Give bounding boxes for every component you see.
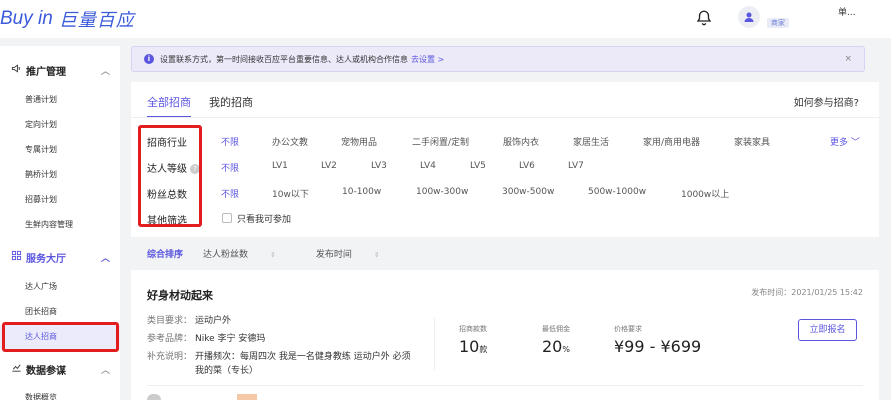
chevron-up-icon: ︿ (100, 366, 110, 376)
filter-option-industry[interactable]: 服饰内衣 (503, 135, 539, 148)
sidebar-item-data-overview[interactable]: 数据概览 (0, 386, 120, 400)
price-value: ¥99 - ¥699 (614, 337, 702, 356)
close-icon[interactable]: × (844, 54, 852, 64)
top-bar: Buy in 巨量百应 商家 单... (0, 0, 891, 38)
filter-option-fans-any[interactable]: 不限 (221, 187, 239, 200)
desc-value-line1: 开播频次：每周四次 我是一名健身教练 运动户外 必须 (195, 352, 411, 362)
filter-option-level[interactable]: LV5 (470, 161, 486, 171)
count-label: 招商款数 (459, 325, 487, 333)
next-card-avatar (147, 394, 161, 400)
sidebar-group-label: 服务大厅 (26, 253, 66, 265)
sidebar-item-normal-plan[interactable]: 普通计划 (0, 88, 120, 112)
grid-icon (10, 250, 22, 264)
user-avatar-icon[interactable] (738, 6, 760, 28)
sidebar-item-bridge-plan[interactable]: 鹊桥计划 (0, 163, 120, 187)
filter-option-level-any[interactable]: 不限 (221, 161, 239, 174)
count-value: 10款 (459, 337, 488, 356)
tab-my-recruit[interactable]: 我的招商 (209, 94, 253, 118)
filter-option-level[interactable]: LV1 (272, 161, 288, 171)
category-value: 运动户外 (195, 316, 232, 326)
recruit-card: 好身材动起来 发布时间：2021/01/25 15:42 类目要求： 运动户外 … (131, 270, 879, 400)
only-eligible-label[interactable]: 只看我可参加 (237, 212, 291, 225)
person-icon (744, 12, 754, 22)
highlight-box-sidebar (2, 322, 119, 352)
brand-label: 参考品牌： (147, 334, 193, 344)
filter-option-industry[interactable]: 宠物用品 (341, 135, 377, 148)
how-to-join-link[interactable]: 如何参与招商? (794, 94, 859, 109)
next-card-peek (147, 394, 267, 400)
only-eligible-checkbox[interactable] (222, 213, 232, 223)
category-label: 类目要求： (147, 316, 193, 326)
tab-divider (131, 117, 879, 118)
notice-setup-link[interactable]: 去设置 > (411, 54, 444, 65)
sidebar-item-fresh-content[interactable]: 生鲜内容管理 (0, 213, 120, 237)
more-industries-button[interactable]: 更多 ﹀ (830, 135, 860, 148)
filter-option-level[interactable]: LV4 (420, 161, 436, 171)
brand-value: Nike 李宁 安德玛 (195, 334, 266, 344)
card-divider (434, 318, 435, 370)
tab-bar: 全部招商 我的招商 (147, 94, 271, 118)
bell-icon[interactable] (695, 9, 713, 27)
sidebar-group-label: 推广管理 (26, 66, 66, 78)
sidebar-group-promotion[interactable]: 推广管理 ︿ (0, 58, 120, 82)
card-bottom-divider (147, 385, 863, 386)
filter-option-fans[interactable]: 10-100w (342, 187, 381, 197)
sort-bar: 综合排序 达人粉丝数 ⇕ 发布时间 ⇕ (131, 238, 879, 268)
sidebar-item-exclusive-plan[interactable]: 专属计划 (0, 138, 120, 162)
filter-option-industry[interactable]: 家居生活 (573, 135, 609, 148)
sort-publish-time[interactable]: 发布时间 ⇕ (316, 247, 400, 260)
sidebar-group-label: 数据参谋 (26, 365, 66, 377)
filter-option-level[interactable]: LV2 (321, 161, 337, 171)
filter-option-industry[interactable]: 二手闲置/定制 (412, 135, 469, 148)
sidebar-group-service-hall[interactable]: 服务大厅 ︿ (0, 245, 120, 269)
sidebar-item-talent-square[interactable]: 达人广场 (0, 275, 120, 299)
sidebar-item-leader-recruit[interactable]: 团长招商 (0, 300, 120, 324)
chevron-up-icon: ︿ (100, 67, 110, 77)
info-icon: i (144, 54, 154, 64)
contact-notice-banner: i 设置联系方式，第一时间接收百应平台重要信息、达人或机构合作信息 去设置 > … (131, 46, 865, 72)
user-name[interactable]: 单... (838, 5, 856, 18)
chart-icon (10, 362, 22, 376)
chevron-down-icon: ﹀ (850, 138, 860, 148)
sort-fans[interactable]: 达人粉丝数 ⇕ (203, 247, 296, 260)
brand-logo[interactable]: Buy in 巨量百应 (0, 6, 135, 32)
sort-arrows-icon: ⇕ (270, 250, 276, 259)
filter-option-fans[interactable]: 300w-500w (502, 187, 554, 197)
megaphone-icon (10, 63, 22, 77)
tab-all-recruit[interactable]: 全部招商 (147, 94, 191, 118)
signup-button[interactable]: 立即报名 (798, 319, 857, 341)
filter-option-level[interactable]: LV6 (519, 161, 535, 171)
filter-option-industry[interactable]: 办公文教 (272, 135, 308, 148)
card-title[interactable]: 好身材动起来 (147, 287, 213, 303)
filter-option-fans[interactable]: 10w以下 (272, 187, 309, 200)
highlight-box-filters (138, 125, 202, 227)
filter-option-industry[interactable]: 家装家具 (734, 135, 770, 148)
price-label: 价格要求 (614, 325, 642, 333)
sidebar-group-data[interactable]: 数据参谋 ︿ (0, 357, 120, 381)
next-card-tag (237, 394, 257, 400)
filter-option-fans[interactable]: 100w-300w (416, 187, 468, 197)
filter-option-industry[interactable]: 家用/商用电器 (643, 135, 700, 148)
user-role-badge: 商家 (767, 18, 789, 28)
filter-panel: 全部招商 我的招商 如何参与招商? 招商行业 不限 办公文教 宠物用品 二手闲置… (131, 82, 879, 237)
sort-comprehensive[interactable]: 综合排序 (147, 247, 183, 260)
card-publish-time: 发布时间：2021/01/25 15:42 (751, 288, 863, 297)
filter-option-level[interactable]: LV7 (568, 161, 584, 171)
desc-value-line2: 我的菜（专长） (195, 366, 259, 376)
brand-name-cn: 巨量百应 (58, 10, 135, 30)
sidebar-item-directed-plan[interactable]: 定向计划 (0, 113, 120, 137)
filter-option-fans[interactable]: 1000w以上 (681, 187, 729, 200)
commission-value: 20% (542, 337, 570, 356)
filter-option-industry-any[interactable]: 不限 (221, 135, 239, 148)
desc-label: 补充说明： (147, 352, 193, 362)
chevron-up-icon: ︿ (100, 254, 110, 264)
sort-arrows-icon: ⇕ (373, 250, 380, 259)
notice-text: 设置联系方式，第一时间接收百应平台重要信息、达人或机构合作信息 (160, 54, 408, 64)
filter-option-level[interactable]: LV3 (371, 161, 387, 171)
sidebar-item-recruit-plan[interactable]: 招募计划 (0, 188, 120, 212)
commission-label: 最低佣金 (542, 325, 570, 333)
filter-option-fans[interactable]: 500w-1000w (588, 187, 646, 197)
brand-name-en: Buy in (0, 8, 53, 29)
